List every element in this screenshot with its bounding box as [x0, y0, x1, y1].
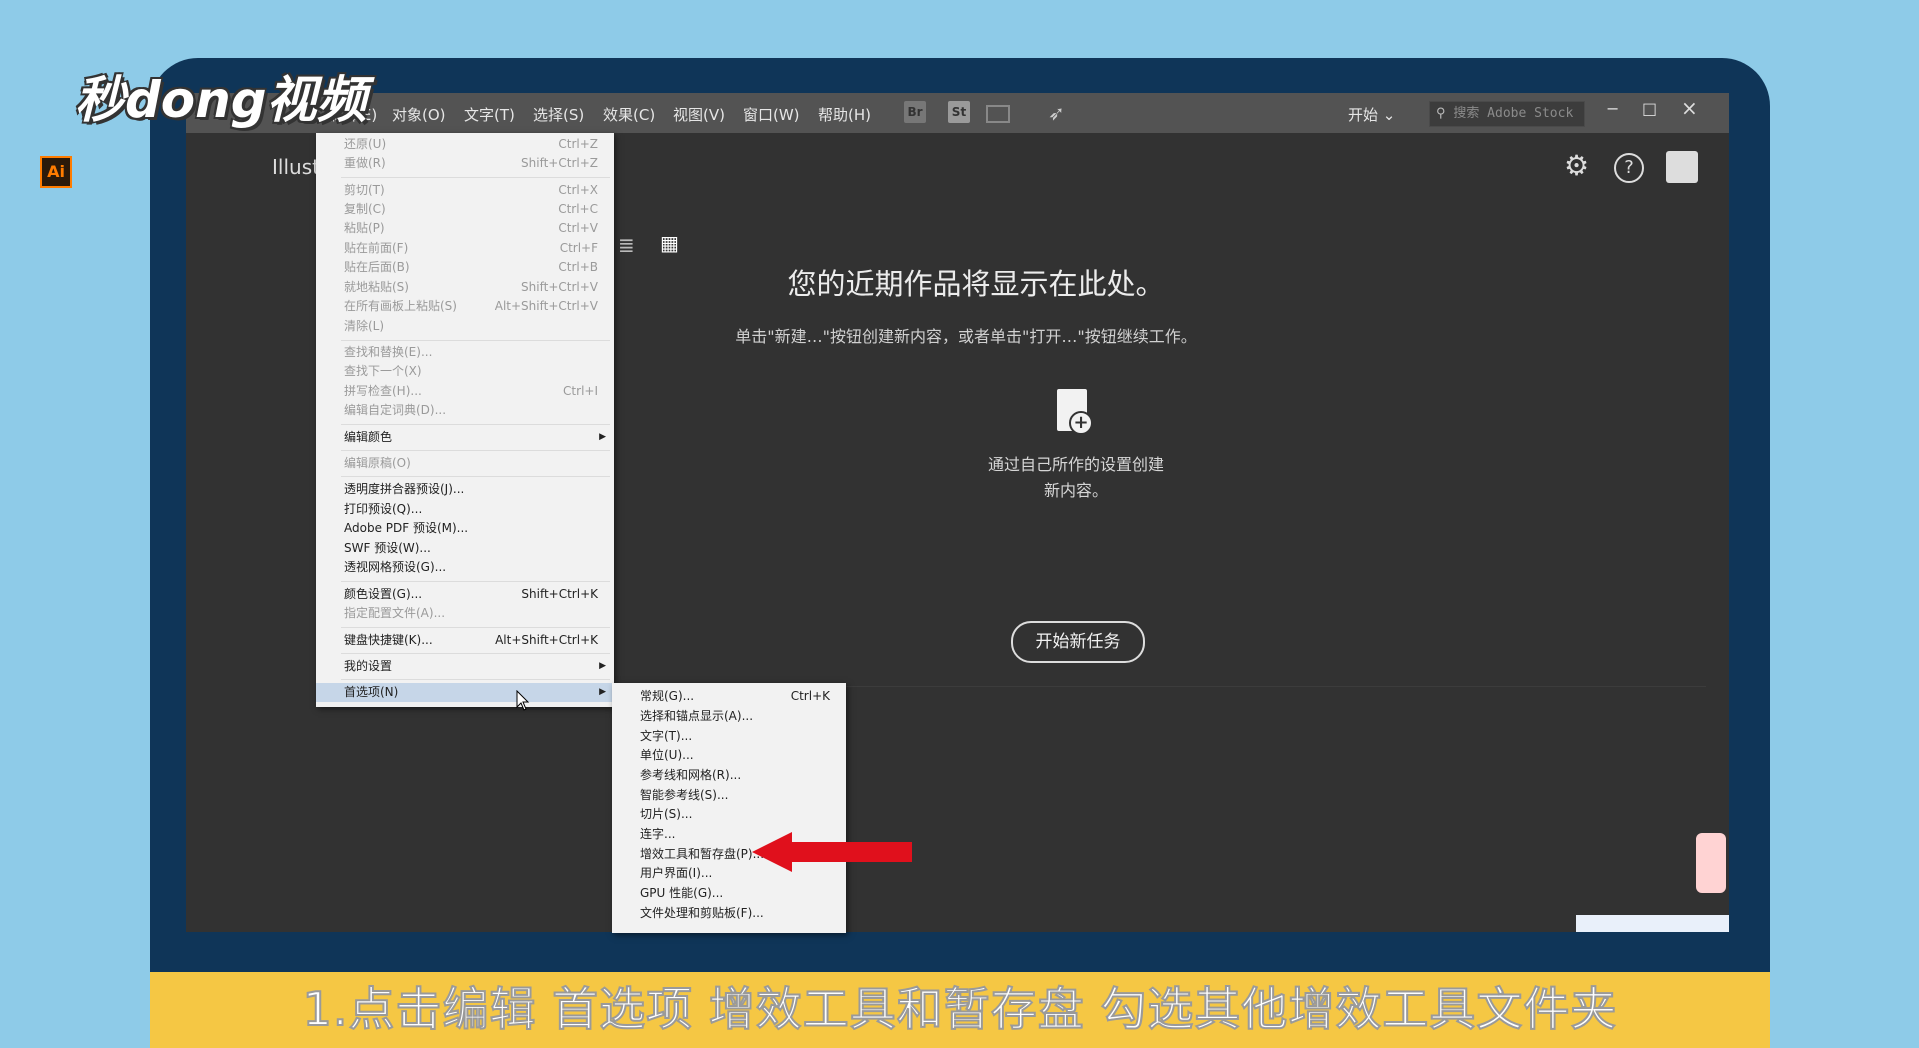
recent-heading: 您的近期作品将显示在此处。	[787, 267, 1165, 301]
caption-subtitle: 1.点击编辑 首选项 增效工具和暂存盘 勾选其他增效工具文件夹	[150, 972, 1770, 1048]
create-text-line1: 通过自己所作的设置创建	[987, 455, 1164, 474]
pref-item-smart-guides[interactable]: 智能参考线(S)...	[612, 786, 846, 805]
gear-icon[interactable]: ⚙	[1564, 149, 1589, 182]
edit-menu: 还原(U) Ctrl+Z 重做(R) Shift+Ctrl+Z 剪切(T) Ctrl+…	[316, 133, 614, 707]
submenu-arrow-icon: ▶	[599, 661, 606, 671]
avatar[interactable]	[1666, 151, 1698, 183]
menu-separator	[341, 340, 610, 341]
menu-window[interactable]: 窗口(W)	[743, 104, 800, 125]
pref-item-gpu-performance[interactable]: GPU 性能(G)...	[612, 884, 846, 903]
mascot-widget[interactable]	[1696, 833, 1726, 893]
brand-logo: 秒dong视频	[75, 71, 367, 129]
maximize-button[interactable]: □	[1642, 99, 1657, 118]
menu-item-preferences[interactable]: 首选项(N) ▶	[316, 683, 614, 702]
close-button[interactable]: ×	[1681, 96, 1698, 120]
help-icon[interactable]: ?	[1614, 153, 1644, 183]
submenu-arrow-icon: ▶	[599, 432, 606, 442]
menu-view[interactable]: 视图(V)	[673, 104, 725, 125]
menu-item-swf-presets[interactable]: SWF 预设(W)...	[316, 539, 614, 558]
menu-item-perspective-presets[interactable]: 透视网格预设(G)...	[316, 558, 614, 577]
menu-item-paste[interactable]: 粘贴(P) Ctrl+V	[316, 219, 614, 238]
workspace-switcher[interactable]: 开始 ⌄	[1348, 104, 1395, 125]
pref-item-general[interactable]: 常规(G)... Ctrl+K	[612, 687, 846, 706]
pref-item-guides-grid[interactable]: 参考线和网格(R)...	[612, 766, 846, 785]
menu-item-edit-dictionary[interactable]: 编辑自定词典(D)...	[316, 401, 614, 420]
bridge-icon[interactable]: Br	[904, 101, 926, 123]
menu-item-paste-front[interactable]: 贴在前面(F) Ctrl+F	[316, 239, 614, 258]
menu-separator	[341, 177, 610, 178]
cursor-icon	[516, 690, 530, 711]
menu-select[interactable]: 选择(S)	[533, 104, 584, 125]
menu-separator	[341, 581, 610, 582]
menu-item-find-replace[interactable]: 查找和替换(E)...	[316, 343, 614, 362]
search-placeholder: 搜索 Adobe Stock	[1453, 106, 1574, 121]
menu-bar: 编辑(E) 对象(O) 文字(T) 选择(S) 效果(C) 视图(V) 窗口(W…	[186, 93, 1729, 133]
pref-item-file-handling[interactable]: 文件处理和剪贴板(F)...	[612, 904, 846, 923]
create-text-line2: 新内容。	[1043, 481, 1108, 500]
menu-item-find-next[interactable]: 查找下一个(X)	[316, 362, 614, 381]
rocket-icon[interactable]: ➶	[1048, 101, 1065, 125]
menu-separator	[341, 450, 610, 451]
menu-item-pdf-presets[interactable]: Adobe PDF 预设(M)...	[316, 519, 614, 538]
menu-item-paste-in-place[interactable]: 就地粘贴(S) Shift+Ctrl+V	[316, 278, 614, 297]
recent-subtext: 单击"新建…"按钮创建新内容，或者单击"打开…"按钮继续工作。	[735, 327, 1197, 346]
minimize-button[interactable]: −	[1606, 99, 1619, 118]
menu-item-edit-colors[interactable]: 编辑颜色 ▶	[316, 428, 614, 447]
preferences-submenu: 常规(G)... Ctrl+K 选择和锚点显示(A)... 文字(T)... 单位…	[612, 683, 846, 933]
stock-icon[interactable]: St	[948, 101, 970, 123]
menu-separator	[341, 679, 610, 680]
list-view-icon[interactable]: ≣	[618, 233, 635, 257]
search-icon: ⚲	[1436, 106, 1446, 121]
menu-separator	[341, 476, 610, 477]
pref-item-type[interactable]: 文字(T)...	[612, 727, 846, 746]
menu-item-clear[interactable]: 清除(L)	[316, 317, 614, 336]
app-title: Illust	[272, 155, 320, 179]
menu-item-spell-check[interactable]: 拼写检查(H)... Ctrl+I	[316, 382, 614, 401]
menu-separator	[341, 627, 610, 628]
menu-object[interactable]: 对象(O)	[392, 104, 446, 125]
menu-item-print-presets[interactable]: 打印预设(Q)...	[316, 500, 614, 519]
menu-item-my-settings[interactable]: 我的设置 ▶	[316, 657, 614, 676]
arrange-documents-icon[interactable]	[986, 105, 1010, 123]
ime-toolbar[interactable]	[1576, 915, 1729, 932]
divider	[726, 686, 1706, 687]
pref-item-selection-anchor[interactable]: 选择和锚点显示(A)...	[612, 707, 846, 726]
menu-item-color-settings[interactable]: 颜色设置(G)... Shift+Ctrl+K	[316, 585, 614, 604]
chevron-down-icon: ⌄	[1382, 106, 1396, 124]
pref-item-slices[interactable]: 切片(S)...	[612, 805, 846, 824]
illustrator-logo: Ai	[40, 156, 72, 188]
menu-item-assign-profile[interactable]: 指定配置文件(A)...	[316, 604, 614, 623]
menu-item-copy[interactable]: 复制(C) Ctrl+C	[316, 200, 614, 219]
menu-item-paste-back[interactable]: 贴在后面(B) Ctrl+B	[316, 258, 614, 277]
menu-help[interactable]: 帮助(H)	[818, 104, 871, 125]
grid-view-icon[interactable]: ▦	[660, 231, 679, 255]
new-document-icon[interactable]: +	[1057, 389, 1093, 435]
menu-item-cut[interactable]: 剪切(T) Ctrl+X	[316, 181, 614, 200]
menu-item-redo[interactable]: 重做(R) Shift+Ctrl+Z	[316, 154, 614, 173]
submenu-arrow-icon: ▶	[599, 687, 606, 697]
menu-item-undo[interactable]: 还原(U) Ctrl+Z	[316, 135, 614, 154]
stock-search-input[interactable]: ⚲ 搜索 Adobe Stock	[1429, 101, 1585, 127]
menu-type[interactable]: 文字(T)	[464, 104, 515, 125]
menu-item-keyboard-shortcuts[interactable]: 键盘快捷键(K)... Alt+Shift+Ctrl+K	[316, 631, 614, 650]
pref-item-units[interactable]: 单位(U)...	[612, 746, 846, 765]
workspace-label: 开始	[1348, 106, 1379, 124]
menu-item-edit-original[interactable]: 编辑原稿(O)	[316, 454, 614, 473]
menu-separator	[341, 653, 610, 654]
new-task-button[interactable]: 开始新任务	[1011, 621, 1145, 663]
menu-effect[interactable]: 效果(C)	[603, 104, 655, 125]
menu-item-transparency-presets[interactable]: 透明度拼合器预设(J)...	[316, 480, 614, 499]
red-arrow-annotation	[752, 832, 912, 872]
menu-separator	[341, 424, 610, 425]
menu-item-paste-all-artboards[interactable]: 在所有画板上粘贴(S) Alt+Shift+Ctrl+V	[316, 297, 614, 316]
